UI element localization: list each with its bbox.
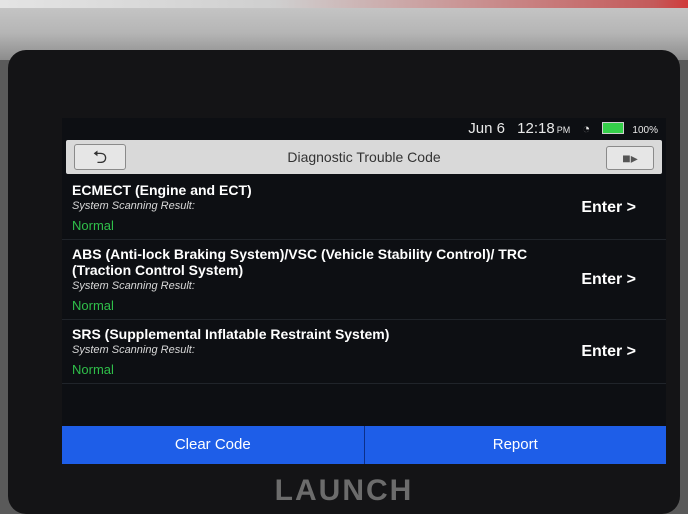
exit-button[interactable]: ■▸	[606, 146, 654, 170]
enter-button[interactable]: Enter >	[581, 343, 636, 361]
status-date: Jun 6	[468, 120, 505, 137]
scan-result-label: System Scanning Result:	[72, 200, 195, 212]
system-name: SRS (Supplemental Inflatable Restraint S…	[72, 326, 390, 342]
system-item-abs[interactable]: ABS (Anti-lock Braking System)/VSC (Vehi…	[62, 240, 666, 320]
battery-icon	[602, 122, 625, 134]
device-screen: Jun 6 12:18 PM ◔ 100% ⮌ Diagnostic Troubl…	[62, 118, 666, 464]
enter-button[interactable]: Enter >	[581, 199, 636, 217]
wifi-icon: ◔	[582, 121, 591, 136]
system-item-ecmect[interactable]: ECMECT (Engine and ECT) System Scanning …	[62, 176, 666, 240]
clear-code-button[interactable]: Clear Code	[62, 426, 364, 464]
system-name: ABS (Anti-lock Braking System)/VSC (Vehi…	[72, 246, 528, 278]
scan-result-label: System Scanning Result:	[72, 344, 195, 356]
title-bar: ⮌ Diagnostic Trouble Code ■▸	[66, 140, 662, 174]
scan-result-value: Normal	[72, 218, 114, 233]
system-item-srs[interactable]: SRS (Supplemental Inflatable Restraint S…	[62, 320, 666, 384]
bottom-action-bar: Clear Code Report	[62, 426, 666, 464]
exit-door-icon: ■▸	[622, 150, 638, 166]
status-time: 12:18	[517, 120, 555, 137]
scan-result-label: System Scanning Result:	[72, 280, 195, 292]
scan-result-value: Normal	[72, 298, 114, 313]
status-ampm: PM	[556, 125, 571, 135]
brand-logo: LAUNCH	[274, 474, 414, 507]
scan-result-value: Normal	[72, 362, 114, 377]
page-title: Diagnostic Trouble Code	[287, 149, 441, 165]
battery-percent: 100%	[632, 125, 658, 136]
system-name: ECMECT (Engine and ECT)	[72, 182, 252, 198]
status-bar: Jun 6 12:18 PM ◔ 100%	[62, 118, 666, 140]
report-button[interactable]: Report	[363, 426, 666, 464]
system-list: ECMECT (Engine and ECT) System Scanning …	[62, 176, 666, 384]
enter-button[interactable]: Enter >	[581, 271, 636, 289]
